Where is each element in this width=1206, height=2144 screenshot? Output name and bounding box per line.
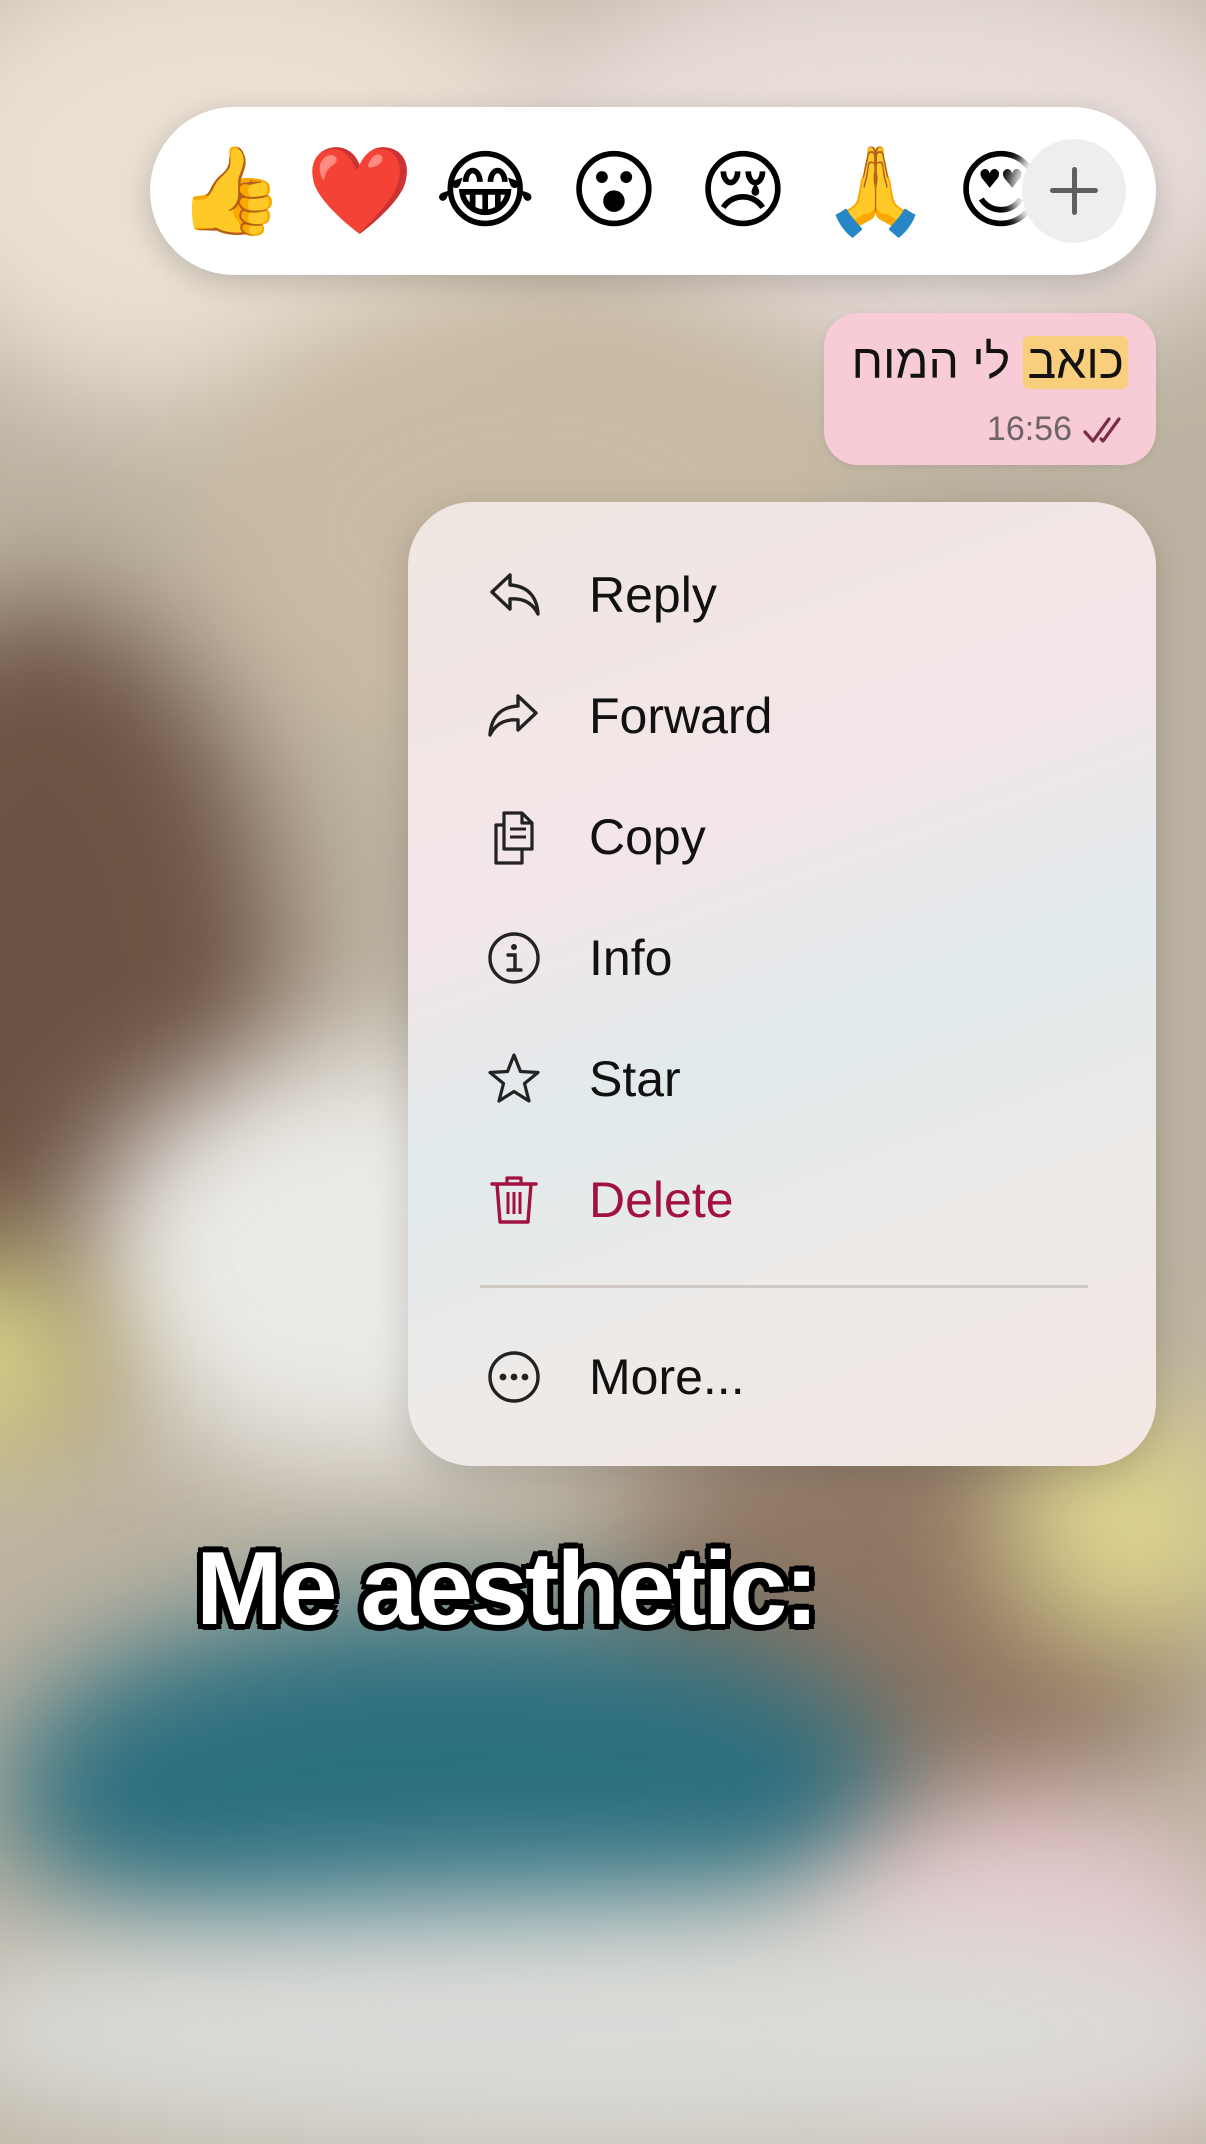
menu-item-label: Delete (589, 1172, 734, 1228)
copy-icon (494, 811, 534, 865)
folded-hands-reaction[interactable]: 🙏 (822, 141, 929, 241)
menu-item-star[interactable]: Star (408, 1024, 1156, 1134)
star-icon (488, 1053, 540, 1103)
message-text: כואב לי המוח (851, 331, 1128, 395)
menu-item-label: Reply (589, 567, 717, 623)
red-heart-reaction[interactable]: ❤️ (306, 141, 413, 241)
context-menu: Reply Forward Copy Info Star Delete More… (408, 502, 1156, 1466)
meme-caption: Me aesthetic: (196, 1531, 819, 1647)
message-time: 16:56 (986, 410, 1072, 448)
reply-icon (490, 573, 540, 616)
menu-divider (480, 1285, 1088, 1288)
menu-item-label: Star (589, 1051, 681, 1107)
info-icon (488, 932, 540, 984)
reaction-bar: 👍 ❤️ 😂 😮 😢 🙏 😍 (150, 107, 1156, 275)
message-text-rest: לי המוח (851, 336, 1024, 389)
menu-item-forward[interactable]: Forward (408, 661, 1156, 771)
menu-item-label: Copy (589, 809, 706, 865)
forward-icon (488, 694, 538, 737)
menu-item-label: Info (589, 930, 673, 986)
surprised-reaction[interactable]: 😮 (564, 141, 664, 241)
crying-reaction[interactable]: 😢 (693, 141, 793, 241)
thumbs-up-reaction[interactable]: 👍 (177, 141, 284, 241)
more-icon (488, 1351, 540, 1403)
menu-item-reply[interactable]: Reply (408, 540, 1156, 650)
menu-item-delete[interactable]: Delete (408, 1145, 1156, 1255)
menu-item-info[interactable]: Info (408, 903, 1156, 1013)
menu-item-label: More... (589, 1349, 745, 1405)
tears-of-joy-reaction[interactable]: 😂 (435, 141, 536, 241)
double-check-icon (1083, 416, 1121, 443)
trash-icon (490, 1176, 538, 1224)
message-meta: 16:56 (987, 410, 1130, 449)
menu-item-more[interactable]: More... (408, 1322, 1156, 1432)
highlighted-word: כואב (1023, 336, 1128, 389)
menu-item-copy[interactable]: Copy (408, 782, 1156, 892)
message-bubble[interactable]: כואב לי המוח 16:56 (824, 313, 1156, 465)
menu-item-label: Forward (589, 688, 773, 744)
more-reactions-button[interactable] (1022, 139, 1126, 243)
